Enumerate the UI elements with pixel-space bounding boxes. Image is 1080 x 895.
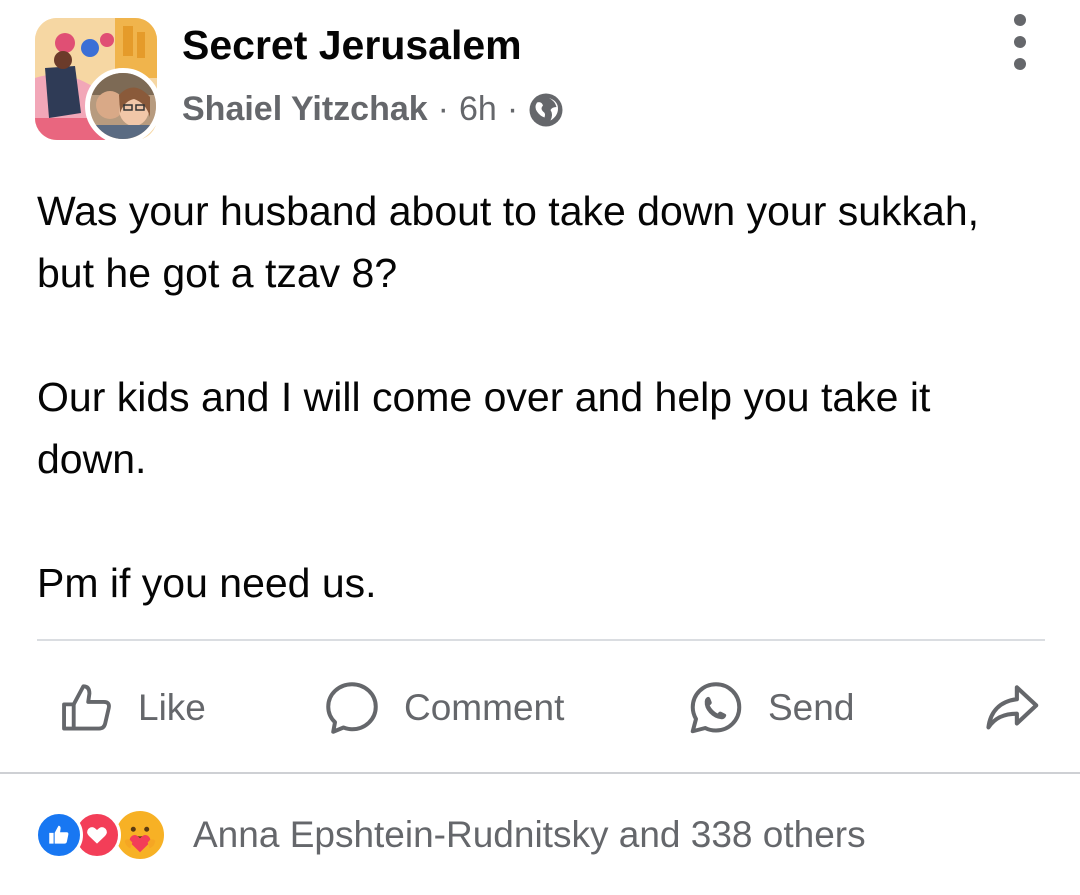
reaction-icons bbox=[35, 805, 185, 865]
group-avatar[interactable] bbox=[35, 18, 161, 144]
meta-separator: · bbox=[437, 90, 449, 128]
comment-bubble-icon bbox=[326, 682, 378, 734]
post-header: Secret Jerusalem Shaiel Yitzchak · 6h · bbox=[0, 0, 1080, 150]
reactions-summary[interactable]: Anna Epshtein-Rudnitsky and 338 others bbox=[35, 800, 866, 870]
globe-icon bbox=[528, 92, 564, 128]
comment-button[interactable]: Comment bbox=[322, 660, 564, 756]
author-name[interactable]: Shaiel Yitzchak bbox=[182, 90, 428, 129]
like-button[interactable]: Like bbox=[58, 660, 206, 756]
group-name[interactable]: Secret Jerusalem bbox=[182, 22, 522, 69]
post-paragraph: Our kids and I will come over and help y… bbox=[37, 374, 931, 482]
whatsapp-icon bbox=[690, 682, 742, 734]
more-dot-icon bbox=[1014, 58, 1026, 70]
divider bbox=[0, 772, 1080, 774]
post-paragraph: Pm if you need us. bbox=[37, 560, 377, 606]
comment-label: Comment bbox=[404, 687, 565, 728]
post-body: Was your husband about to take down your… bbox=[37, 180, 1047, 614]
like-reaction-icon bbox=[35, 811, 83, 859]
like-label: Like bbox=[138, 687, 206, 728]
send-label: Send bbox=[768, 687, 855, 728]
send-whatsapp-button[interactable]: Send bbox=[686, 660, 854, 756]
meta-separator: · bbox=[506, 90, 519, 128]
share-arrow-icon bbox=[986, 685, 1039, 730]
post-meta: Shaiel Yitzchak · 6h · bbox=[182, 90, 564, 129]
author-avatar[interactable] bbox=[85, 68, 161, 144]
divider bbox=[37, 639, 1045, 641]
post-paragraph: Was your husband about to take down your… bbox=[37, 188, 980, 296]
care-reaction-icon bbox=[113, 808, 167, 862]
reactions-summary-text[interactable]: Anna Epshtein-Rudnitsky and 338 others bbox=[193, 814, 866, 856]
share-button[interactable] bbox=[982, 660, 1044, 756]
action-bar: Like Comment Send bbox=[0, 660, 1080, 760]
more-dot-icon bbox=[1014, 14, 1026, 26]
post-time[interactable]: 6h bbox=[459, 90, 497, 129]
more-options-button[interactable] bbox=[1000, 14, 1040, 70]
more-dot-icon bbox=[1014, 36, 1026, 48]
thumbs-up-icon bbox=[62, 684, 111, 731]
